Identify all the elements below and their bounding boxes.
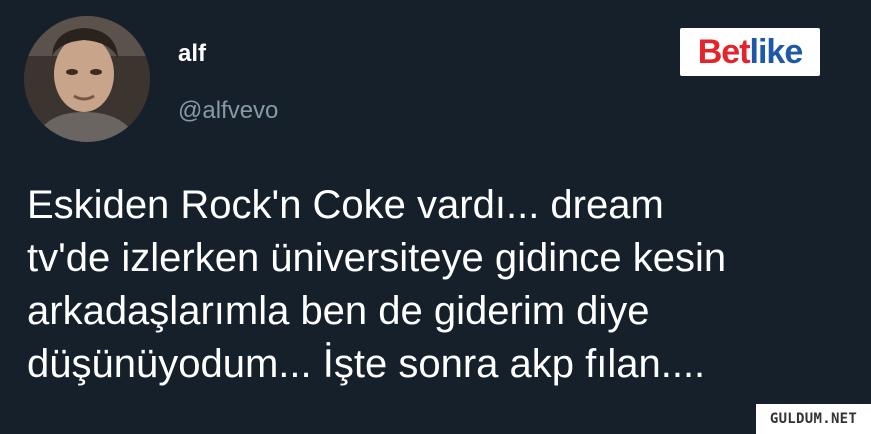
tweet-text: Eskiden Rock'n Coke vardı... dream tv'de… <box>27 179 857 391</box>
guldum-watermark: GULDUM.NET <box>756 404 871 434</box>
avatar[interactable] <box>24 16 150 142</box>
tweet-text-line: arkadaşlarımla ben de giderim diye <box>27 289 650 333</box>
betlike-logo-text: Betlike <box>697 32 804 72</box>
tweet-text-line: tv'de izlerken üniversiteye gidince kesi… <box>27 236 727 280</box>
tweet-text-line: düşünüyodum... İşte sonra akp fılan.... <box>27 342 706 386</box>
betlike-logo-red-part: Bet <box>697 33 751 71</box>
tweet-text-line: Eskiden Rock'n Coke vardı... dream <box>27 183 664 227</box>
avatar-photo <box>24 16 150 142</box>
betlike-logo-blue-part: like <box>749 33 804 71</box>
tweet-card: alf @alfvevo Betlike Eskiden Rock'n Coke… <box>0 0 871 434</box>
display-name[interactable]: alf <box>178 40 206 68</box>
user-handle[interactable]: @alfvevo <box>178 97 278 125</box>
betlike-logo: Betlike <box>680 28 820 76</box>
